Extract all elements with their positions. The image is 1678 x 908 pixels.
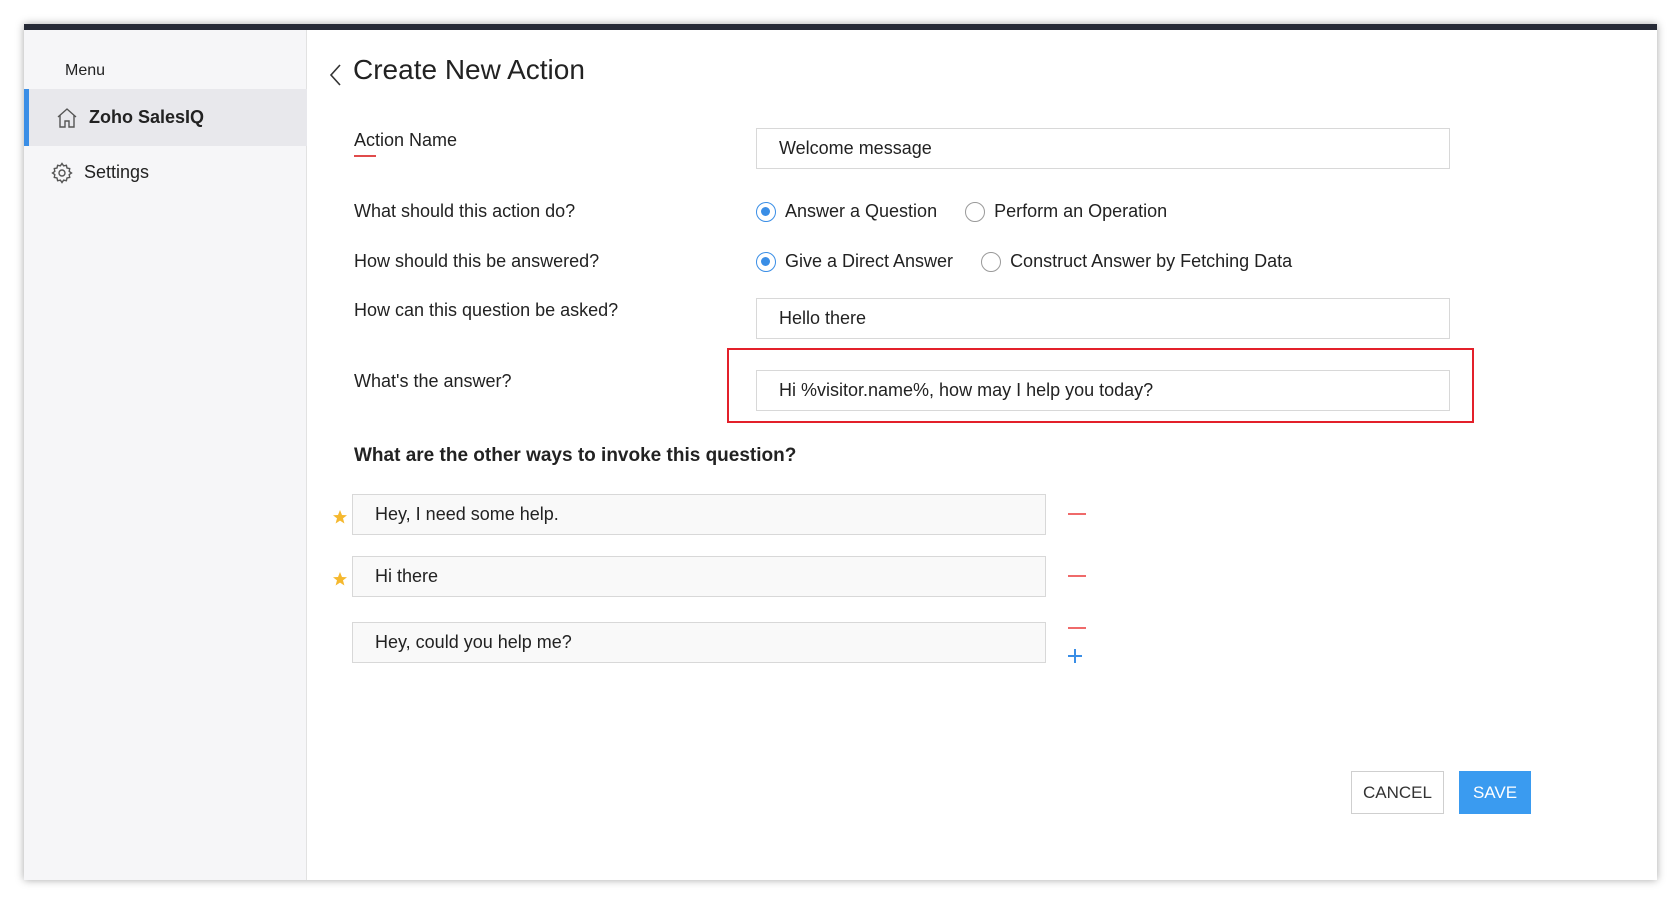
sidebar-item-label: Settings xyxy=(84,162,150,182)
back-button[interactable] xyxy=(326,60,346,90)
radio-give-a-direct-answer[interactable]: Give a Direct Answer xyxy=(756,251,953,272)
answer-mode-label: How should this be answered? xyxy=(354,251,600,271)
sidebar-item-settings[interactable]: Settings xyxy=(24,144,307,201)
gear-icon xyxy=(50,161,74,185)
radio-answer-a-question[interactable]: Answer a Question xyxy=(756,201,937,222)
menu-label: Menu xyxy=(65,62,106,79)
other-way-input-1[interactable]: Hey, I need some help. xyxy=(352,494,1046,535)
app-window: Menu Zoho SalesIQ Settings Create New Ac… xyxy=(24,24,1657,880)
radio-checked-icon xyxy=(756,251,776,272)
radio-construct-answer-by-fetching-data[interactable]: Construct Answer by Fetching Data xyxy=(981,251,1292,272)
main-content: Create New Action Action Name Welcome me… xyxy=(308,30,1657,880)
sidebar-item-label: Zoho SalesIQ xyxy=(89,107,205,127)
answer-mode-radio-group: Give a Direct Answer Construct Answer by… xyxy=(756,251,1320,272)
radio-unchecked-icon xyxy=(965,201,986,222)
home-icon xyxy=(55,106,79,130)
save-button[interactable]: SAVE xyxy=(1459,771,1531,814)
action-name-label: Action Name xyxy=(354,130,458,157)
sidebar: Menu Zoho SalesIQ Settings xyxy=(24,30,307,880)
sidebar-item-zoho-salesiq[interactable]: Zoho SalesIQ xyxy=(24,89,307,146)
remove-button[interactable] xyxy=(1068,627,1086,629)
other-ways-heading: What are the other ways to invoke this q… xyxy=(354,445,797,466)
add-button[interactable] xyxy=(1065,646,1085,666)
chevron-left-icon xyxy=(329,64,341,86)
radio-unchecked-icon xyxy=(981,251,1002,272)
action-name-input[interactable]: Welcome message xyxy=(756,128,1450,169)
answer-input[interactable]: Hi %visitor.name%, how may I help you to… xyxy=(756,370,1450,411)
answer-label: What's the answer? xyxy=(354,371,512,391)
action-type-radio-group: Answer a Question Perform an Operation xyxy=(756,201,1195,222)
page-title: Create New Action xyxy=(353,54,585,85)
remove-button[interactable] xyxy=(1068,513,1086,515)
radio-perform-an-operation[interactable]: Perform an Operation xyxy=(965,201,1167,222)
remove-button[interactable] xyxy=(1068,575,1086,577)
star-icon xyxy=(333,510,347,524)
question-label: How can this question be asked? xyxy=(354,300,619,320)
star-icon xyxy=(333,572,347,586)
action-type-label: What should this action do? xyxy=(354,201,576,221)
cancel-button[interactable]: CANCEL xyxy=(1351,771,1444,814)
question-input[interactable]: Hello there xyxy=(756,298,1450,339)
other-way-input-2[interactable]: Hi there xyxy=(352,556,1046,597)
other-way-input-3[interactable]: Hey, could you help me? xyxy=(352,622,1046,663)
radio-checked-icon xyxy=(756,201,776,222)
